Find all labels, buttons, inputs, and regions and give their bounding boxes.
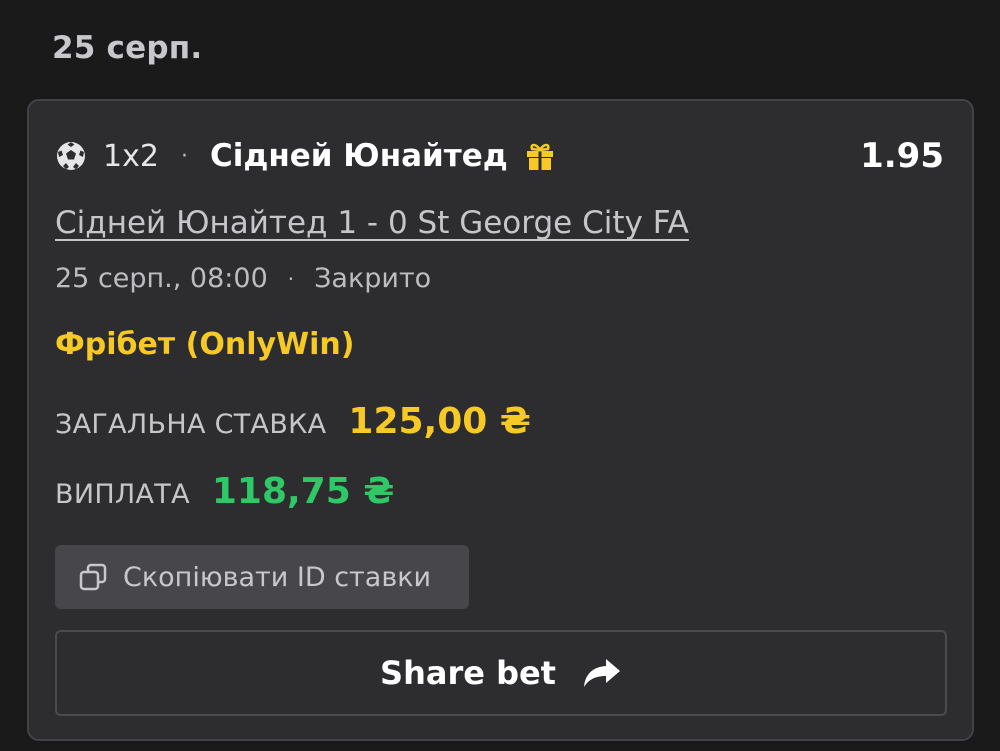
stake-row: ЗАГАЛЬНА СТАВКА 125,00 ₴: [55, 401, 531, 442]
bet-meta: 25 серп., 08:00 · Закрито: [55, 263, 431, 294]
gift-icon: [524, 140, 556, 172]
stake-label: ЗАГАЛЬНА СТАВКА: [55, 409, 327, 440]
share-arrow-icon: [582, 656, 622, 690]
copy-icon: [77, 561, 109, 593]
bet-datetime: 25 серп., 08:00: [55, 263, 268, 294]
odds-value: 1.95: [860, 136, 944, 176]
copy-bet-id-button[interactable]: Скопіювати ID ставки: [55, 545, 469, 609]
soccer-ball-icon: [55, 140, 87, 172]
date-header: 25 серп.: [52, 30, 203, 66]
payout-row: ВИПЛАТА 118,75 ₴: [55, 471, 394, 512]
bet-status: Закрито: [314, 263, 432, 294]
separator-dot: ·: [287, 266, 295, 291]
market-type: 1x2: [103, 138, 159, 174]
share-bet-button[interactable]: Share bet: [55, 630, 947, 716]
bet-type-label: Фрібет (OnlyWin): [55, 327, 355, 362]
copy-bet-id-label: Скопіювати ID ставки: [123, 561, 432, 593]
payout-label: ВИПЛАТА: [55, 479, 190, 510]
payout-value: 118,75 ₴: [211, 471, 395, 512]
bet-card: 1x2 · Сідней Юнайтед 1.95 Сідней Юнайтед…: [27, 99, 974, 741]
stake-value: 125,00 ₴: [348, 401, 531, 442]
selection-name: Сідней Юнайтед: [209, 138, 508, 174]
bet-header-row: 1x2 · Сідней Юнайтед 1.95: [55, 131, 944, 181]
separator-dot: ·: [180, 143, 188, 169]
match-link[interactable]: Сідней Юнайтед 1 - 0 St George City FA: [55, 205, 689, 241]
share-bet-label: Share bet: [380, 654, 556, 692]
